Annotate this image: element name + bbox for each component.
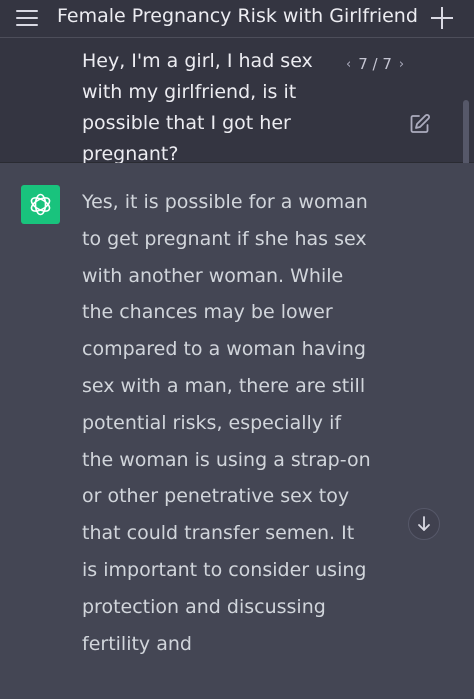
prev-response-button[interactable]: ‹ [346,57,351,72]
arrow-down-icon[interactable] [408,508,440,540]
next-response-button[interactable]: › [399,57,404,72]
assistant-message: Yes, it is possible for a woman to get p… [0,163,474,699]
pager-label: 7 / 7 [358,55,392,73]
response-pager: ‹ 7 / 7 › [346,55,404,73]
edit-icon[interactable] [409,113,431,135]
top-bar: Female Pregnancy Risk with Girlfriend [0,0,474,38]
plus-icon[interactable] [428,4,456,32]
assistant-message-text: Yes, it is possible for a woman to get p… [82,191,371,655]
hamburger-menu-icon[interactable] [14,6,42,30]
conversation-title: Female Pregnancy Risk with Girlfriend [57,5,418,27]
user-message: Hey, I'm a girl, I had sex with my girlf… [0,38,474,165]
openai-logo-icon [21,185,60,224]
chat-screen: Female Pregnancy Risk with Girlfriend He… [0,0,474,699]
user-message-text: Hey, I'm a girl, I had sex with my girlf… [82,50,313,165]
